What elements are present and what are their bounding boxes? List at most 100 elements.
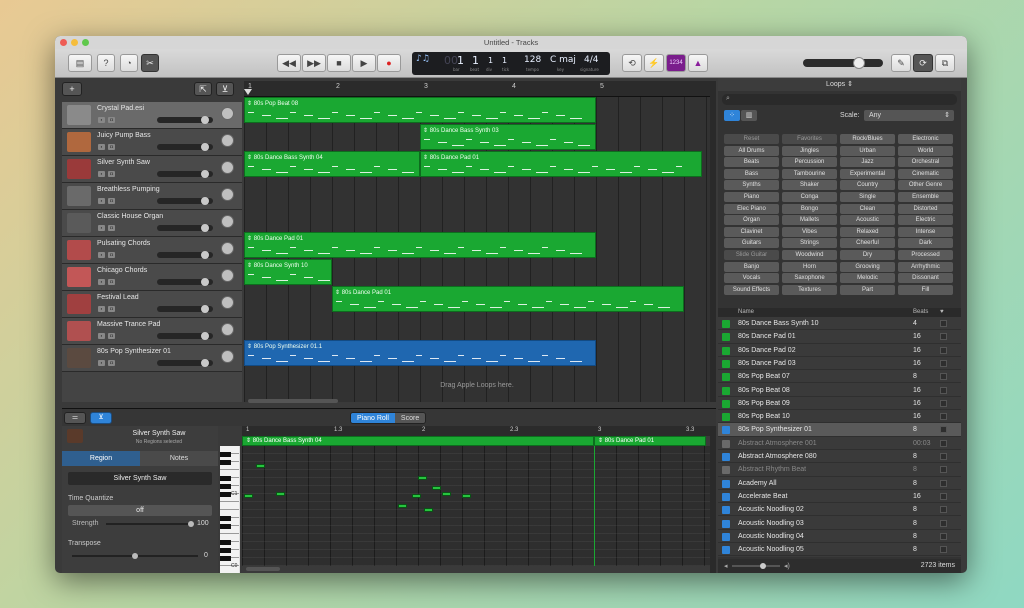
- track-header[interactable]: Breathless Pumping ◗ ☊: [62, 183, 242, 210]
- favorite-checkbox[interactable]: [940, 506, 947, 514]
- midi-note[interactable]: [462, 494, 471, 498]
- scale-select[interactable]: Any ⇕: [864, 110, 954, 121]
- favorite-checkbox[interactable]: [940, 373, 947, 381]
- loop-filter-button[interactable]: Vibes: [782, 226, 837, 237]
- arrange-region[interactable]: ⇕ 80s Dance Pad 01: [420, 151, 702, 177]
- white-key[interactable]: [220, 502, 239, 510]
- track-volume-slider[interactable]: [157, 359, 213, 367]
- filter-button[interactable]: ⊻: [216, 82, 234, 96]
- loop-filter-button[interactable]: Guitars: [724, 238, 779, 249]
- loop-filter-button[interactable]: Cinematic: [898, 168, 953, 179]
- strength-slider-knob[interactable]: [188, 521, 194, 527]
- track-header[interactable]: Silver Synth Saw ◗ ☊: [62, 156, 242, 183]
- notepad-button[interactable]: ✎: [891, 54, 911, 72]
- arrange-region[interactable]: ⇕ 80s Pop Synthesizer 01.1: [244, 340, 596, 366]
- track-volume-knob[interactable]: [201, 305, 209, 313]
- loop-result-row[interactable]: Abstract Rhythm Beat 8: [718, 463, 961, 477]
- media-browser-button[interactable]: ⧉: [935, 54, 955, 72]
- loop-filter-button[interactable]: Clean: [840, 203, 895, 214]
- loop-filter-button[interactable]: Shaker: [782, 180, 837, 191]
- loop-filter-button[interactable]: Other Genre: [898, 180, 953, 191]
- loop-filter-button[interactable]: Jazz: [840, 157, 895, 168]
- add-track-button[interactable]: +: [62, 82, 82, 96]
- arrange-region[interactable]: ⇕ 80s Pop Beat 08: [244, 97, 596, 123]
- loop-filter-button[interactable]: Country: [840, 180, 895, 191]
- transpose-slider[interactable]: [72, 553, 198, 559]
- loop-filter-button[interactable]: Piano: [724, 192, 779, 202]
- loop-result-row[interactable]: Acoustic Noodling 03 8: [718, 517, 961, 530]
- headphones-button[interactable]: ☊: [108, 198, 115, 204]
- track-header[interactable]: Juicy Pump Bass ◗ ☊: [62, 129, 242, 156]
- favorite-checkbox[interactable]: [940, 439, 947, 447]
- loop-filter-button[interactable]: Orchestral: [898, 157, 953, 168]
- loop-filter-button[interactable]: Urban: [840, 145, 895, 156]
- piano-roll-grid[interactable]: [242, 446, 710, 566]
- headphones-button[interactable]: ☊: [108, 360, 115, 366]
- loop-filter-button[interactable]: Intense: [898, 226, 953, 237]
- track-header[interactable]: Pulsating Chords ◗ ☊: [62, 237, 242, 264]
- loop-filter-button[interactable]: Jingles: [782, 145, 837, 156]
- loop-filter-button[interactable]: Arrhythmic: [898, 261, 953, 272]
- loop-result-row[interactable]: Acoustic Noodling 05 8: [718, 543, 961, 557]
- loop-filter-button[interactable]: Strings: [782, 238, 837, 249]
- favorite-checkbox[interactable]: [940, 546, 947, 554]
- track-volume-slider[interactable]: [157, 224, 213, 232]
- headphones-button[interactable]: ☊: [108, 252, 115, 258]
- loop-result-row[interactable]: Academy All 8: [718, 477, 961, 490]
- tracks-area[interactable]: Drag Apple Loops here. ⇕ 80s Pop Beat 08…: [244, 97, 710, 402]
- loop-filter-button[interactable]: Banjo: [724, 261, 779, 272]
- loop-result-row[interactable]: 80s Pop Beat 10 16: [718, 410, 961, 424]
- help-button[interactable]: ?: [97, 54, 115, 72]
- loop-filter-button[interactable]: Electronic: [898, 134, 953, 144]
- loop-result-row[interactable]: 80s Dance Bass Synth 10 4: [718, 317, 961, 331]
- pan-knob[interactable]: [221, 188, 234, 201]
- mute-button[interactable]: ◗: [98, 306, 105, 312]
- loop-filter-button[interactable]: Saxophone: [782, 273, 837, 284]
- loop-filter-button[interactable]: Melodic: [840, 273, 895, 284]
- favorite-checkbox[interactable]: [940, 426, 947, 434]
- midi-note[interactable]: [432, 486, 441, 490]
- pan-knob[interactable]: [221, 269, 234, 282]
- record-button[interactable]: ●: [377, 54, 401, 72]
- close-window-button[interactable]: [60, 39, 67, 46]
- midi-note[interactable]: [442, 492, 451, 496]
- loop-filter-button[interactable]: Cheerful: [840, 238, 895, 249]
- black-key[interactable]: [220, 476, 231, 481]
- piano-roll-ruler[interactable]: 1 1.3 2 2.3 3 3.3: [242, 426, 710, 436]
- loop-result-row[interactable]: 80s Dance Pad 03 16: [718, 357, 961, 371]
- favorite-checkbox[interactable]: [940, 466, 947, 474]
- loop-filter-button[interactable]: Processed: [898, 250, 953, 260]
- metronome-button[interactable]: ▲: [688, 54, 708, 72]
- black-key[interactable]: [220, 484, 231, 489]
- midi-note[interactable]: [276, 492, 285, 496]
- headphones-button[interactable]: ☊: [108, 117, 115, 123]
- loop-filter-button[interactable]: Electric: [898, 215, 953, 226]
- col-name[interactable]: Name: [738, 309, 754, 315]
- smart-controls-button[interactable]: ◔: [120, 54, 138, 72]
- track-header[interactable]: Festival Lead ◗ ☊: [62, 291, 242, 318]
- loop-filter-button[interactable]: Single: [840, 192, 895, 202]
- track-volume-slider[interactable]: [157, 170, 213, 178]
- track-header[interactable]: Massive Trance Pad ◗ ☊: [62, 318, 242, 345]
- loop-filter-button[interactable]: Vocals: [724, 273, 779, 284]
- loop-result-row[interactable]: 80s Pop Beat 07 8: [718, 370, 961, 384]
- track-volume-slider[interactable]: [157, 197, 213, 205]
- playhead-icon[interactable]: [244, 89, 252, 95]
- track-volume-slider[interactable]: [157, 278, 213, 286]
- track-volume-slider[interactable]: [157, 143, 213, 151]
- preview-volume-slider[interactable]: [732, 563, 780, 569]
- library-button[interactable]: ▤: [68, 54, 92, 72]
- arrange-region[interactable]: ⇕ 80s Dance Bass Synth 04: [244, 151, 420, 177]
- midi-note[interactable]: [398, 504, 407, 508]
- loop-filter-button[interactable]: Textures: [782, 284, 837, 295]
- black-key[interactable]: [220, 452, 231, 457]
- pan-knob[interactable]: [221, 161, 234, 174]
- loop-filter-button[interactable]: Part: [840, 284, 895, 295]
- loop-filter-button[interactable]: Dark: [898, 238, 953, 249]
- track-volume-slider[interactable]: [157, 305, 213, 313]
- midi-note[interactable]: [424, 508, 433, 512]
- mute-button[interactable]: ◗: [98, 144, 105, 150]
- black-key[interactable]: [220, 540, 231, 545]
- loops-search-input[interactable]: ⌕: [722, 94, 957, 105]
- favorite-checkbox[interactable]: [940, 346, 947, 354]
